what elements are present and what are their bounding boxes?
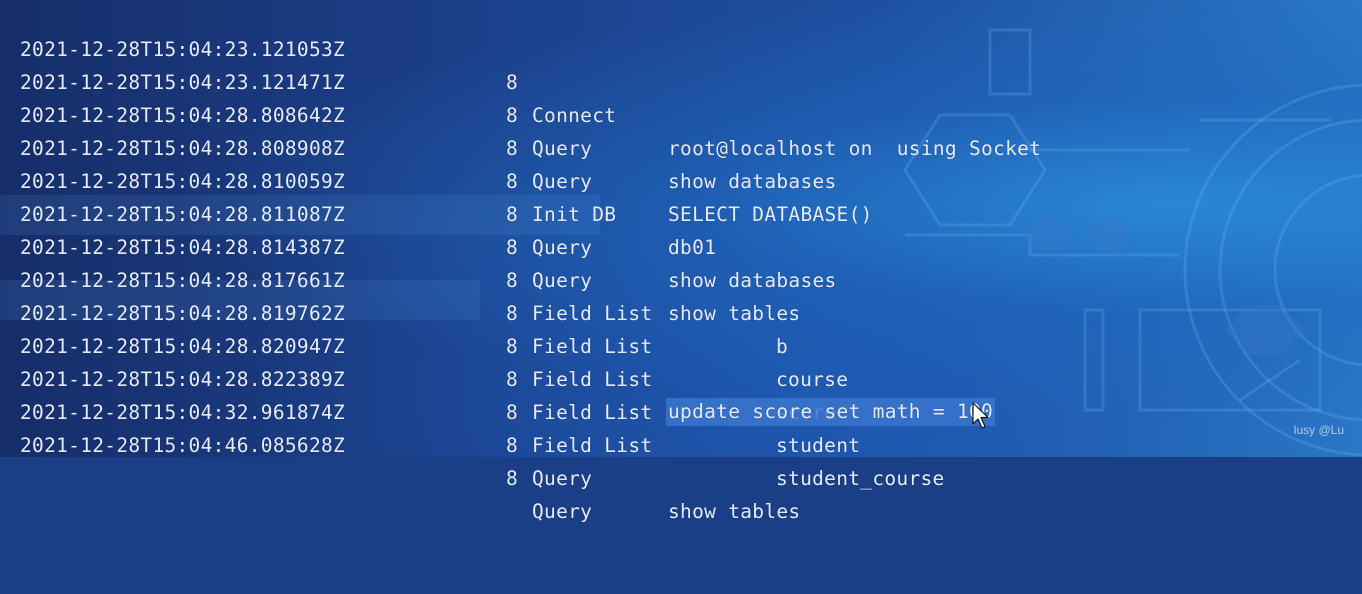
log-row: 2021-12-28T15:04:23.121053Z 8 Connect ro…: [20, 0, 1041, 160]
log-thread-id: 8: [506, 467, 519, 490]
general-query-log: 2021-12-28T15:04:23.121053Z 8 Connect ro…: [0, 0, 1362, 523]
log-timestamp: 2021-12-28T15:04:28.810059Z: [20, 170, 346, 193]
log-thread-id: 8: [506, 104, 519, 127]
log-thread-id: 8: [506, 203, 519, 226]
log-thread-id: 8: [506, 434, 519, 457]
log-timestamp: 2021-12-28T15:04:28.814387Z: [20, 236, 346, 259]
log-argument: show databases: [668, 170, 837, 193]
log-timestamp: 2021-12-28T15:04:28.808642Z: [20, 104, 346, 127]
log-thread-id: 8: [506, 236, 519, 259]
log-timestamp: 2021-12-28T15:04:28.820947Z: [20, 335, 346, 358]
log-row: 2021-12-28T15:04:28.820947Z 8 Field List…: [20, 297, 860, 457]
log-row: 2021-12-28T15:04:28.814387Z 8 Field List…: [20, 198, 788, 358]
log-argument: student_course: [776, 467, 945, 490]
log-timestamp: 2021-12-28T15:04:28.817661Z: [20, 269, 346, 292]
log-row: 2021-12-28T15:04:28.810059Z 8 Query show…: [20, 132, 836, 292]
log-command: Field List: [532, 302, 653, 325]
log-command: Query: [532, 236, 593, 259]
log-row: 2021-12-28T15:04:28.808908Z 8 Init DB db…: [20, 99, 716, 259]
log-argument: show tables: [668, 302, 801, 325]
log-thread-id: 8: [506, 335, 519, 358]
log-row: 2021-12-28T15:04:28.808642Z 8 Query SELE…: [20, 66, 872, 226]
log-command: Field List: [532, 335, 653, 358]
log-timestamp: 2021-12-28T15:04:32.961874Z: [20, 401, 346, 424]
log-thread-id: 8: [506, 269, 519, 292]
selected-query-text[interactable]: update score set math = 100: [666, 398, 996, 426]
log-thread-id: 8: [506, 368, 519, 391]
log-argument: show tables: [668, 500, 801, 523]
log-command: Init DB: [532, 203, 617, 226]
log-command: Field List: [532, 401, 653, 424]
log-timestamp: 2021-12-28T15:04:28.822389Z: [20, 368, 346, 391]
log-command: Connect: [532, 104, 617, 127]
log-row: 2021-12-28T15:04:32.961874Z 8 Query show…: [20, 363, 800, 523]
log-timestamp: 2021-12-28T15:04:28.819762Z: [20, 302, 346, 325]
log-command: Query: [532, 269, 593, 292]
mouse-pointer-icon: [972, 402, 989, 429]
log-row: 2021-12-28T15:04:28.811087Z 8 Query show…: [20, 165, 800, 325]
log-timestamp: 2021-12-28T15:04:23.121053Z: [20, 38, 346, 61]
log-command: Query: [532, 137, 593, 160]
log-argument: db01: [668, 236, 717, 259]
log-thread-id: 8: [506, 401, 519, 424]
log-timestamp: 2021-12-28T15:04:28.811087Z: [20, 203, 346, 226]
log-thread-id: 8: [506, 170, 519, 193]
log-thread-id: 8: [506, 71, 519, 94]
log-command: Field List: [532, 368, 653, 391]
log-row: 2021-12-28T15:04:28.817661Z 8 Field List…: [20, 231, 848, 391]
log-argument: show databases: [668, 269, 837, 292]
log-argument: student: [776, 434, 861, 457]
log-row: 2021-12-28T15:04:28.819762Z 8 Field List…: [20, 264, 836, 424]
log-command: Query: [532, 170, 593, 193]
log-thread-id: 8: [506, 302, 519, 325]
log-argument: b: [776, 335, 789, 358]
log-thread-id: 8: [506, 137, 519, 160]
log-command: Query: [532, 500, 593, 523]
watermark: lusy @Lu: [1293, 423, 1344, 437]
log-row: 2021-12-28T15:04:23.121471Z 8 Query show…: [20, 33, 836, 193]
log-timestamp: 2021-12-28T15:04:23.121471Z: [20, 71, 346, 94]
log-argument: course: [776, 368, 849, 391]
log-timestamp: 2021-12-28T15:04:28.808908Z: [20, 137, 346, 160]
log-command: Field List: [532, 434, 653, 457]
log-command: Query: [532, 467, 593, 490]
log-argument: root@localhost on using Socket: [668, 137, 1042, 160]
log-row: 2021-12-28T15:04:28.822389Z 8 Field List…: [20, 330, 944, 490]
log-row: 2021-12-28T15:04:46.085628Z 8 Query upda…: [20, 396, 996, 523]
log-argument: SELECT DATABASE(): [668, 203, 873, 226]
log-timestamp: 2021-12-28T15:04:46.085628Z: [20, 434, 346, 457]
